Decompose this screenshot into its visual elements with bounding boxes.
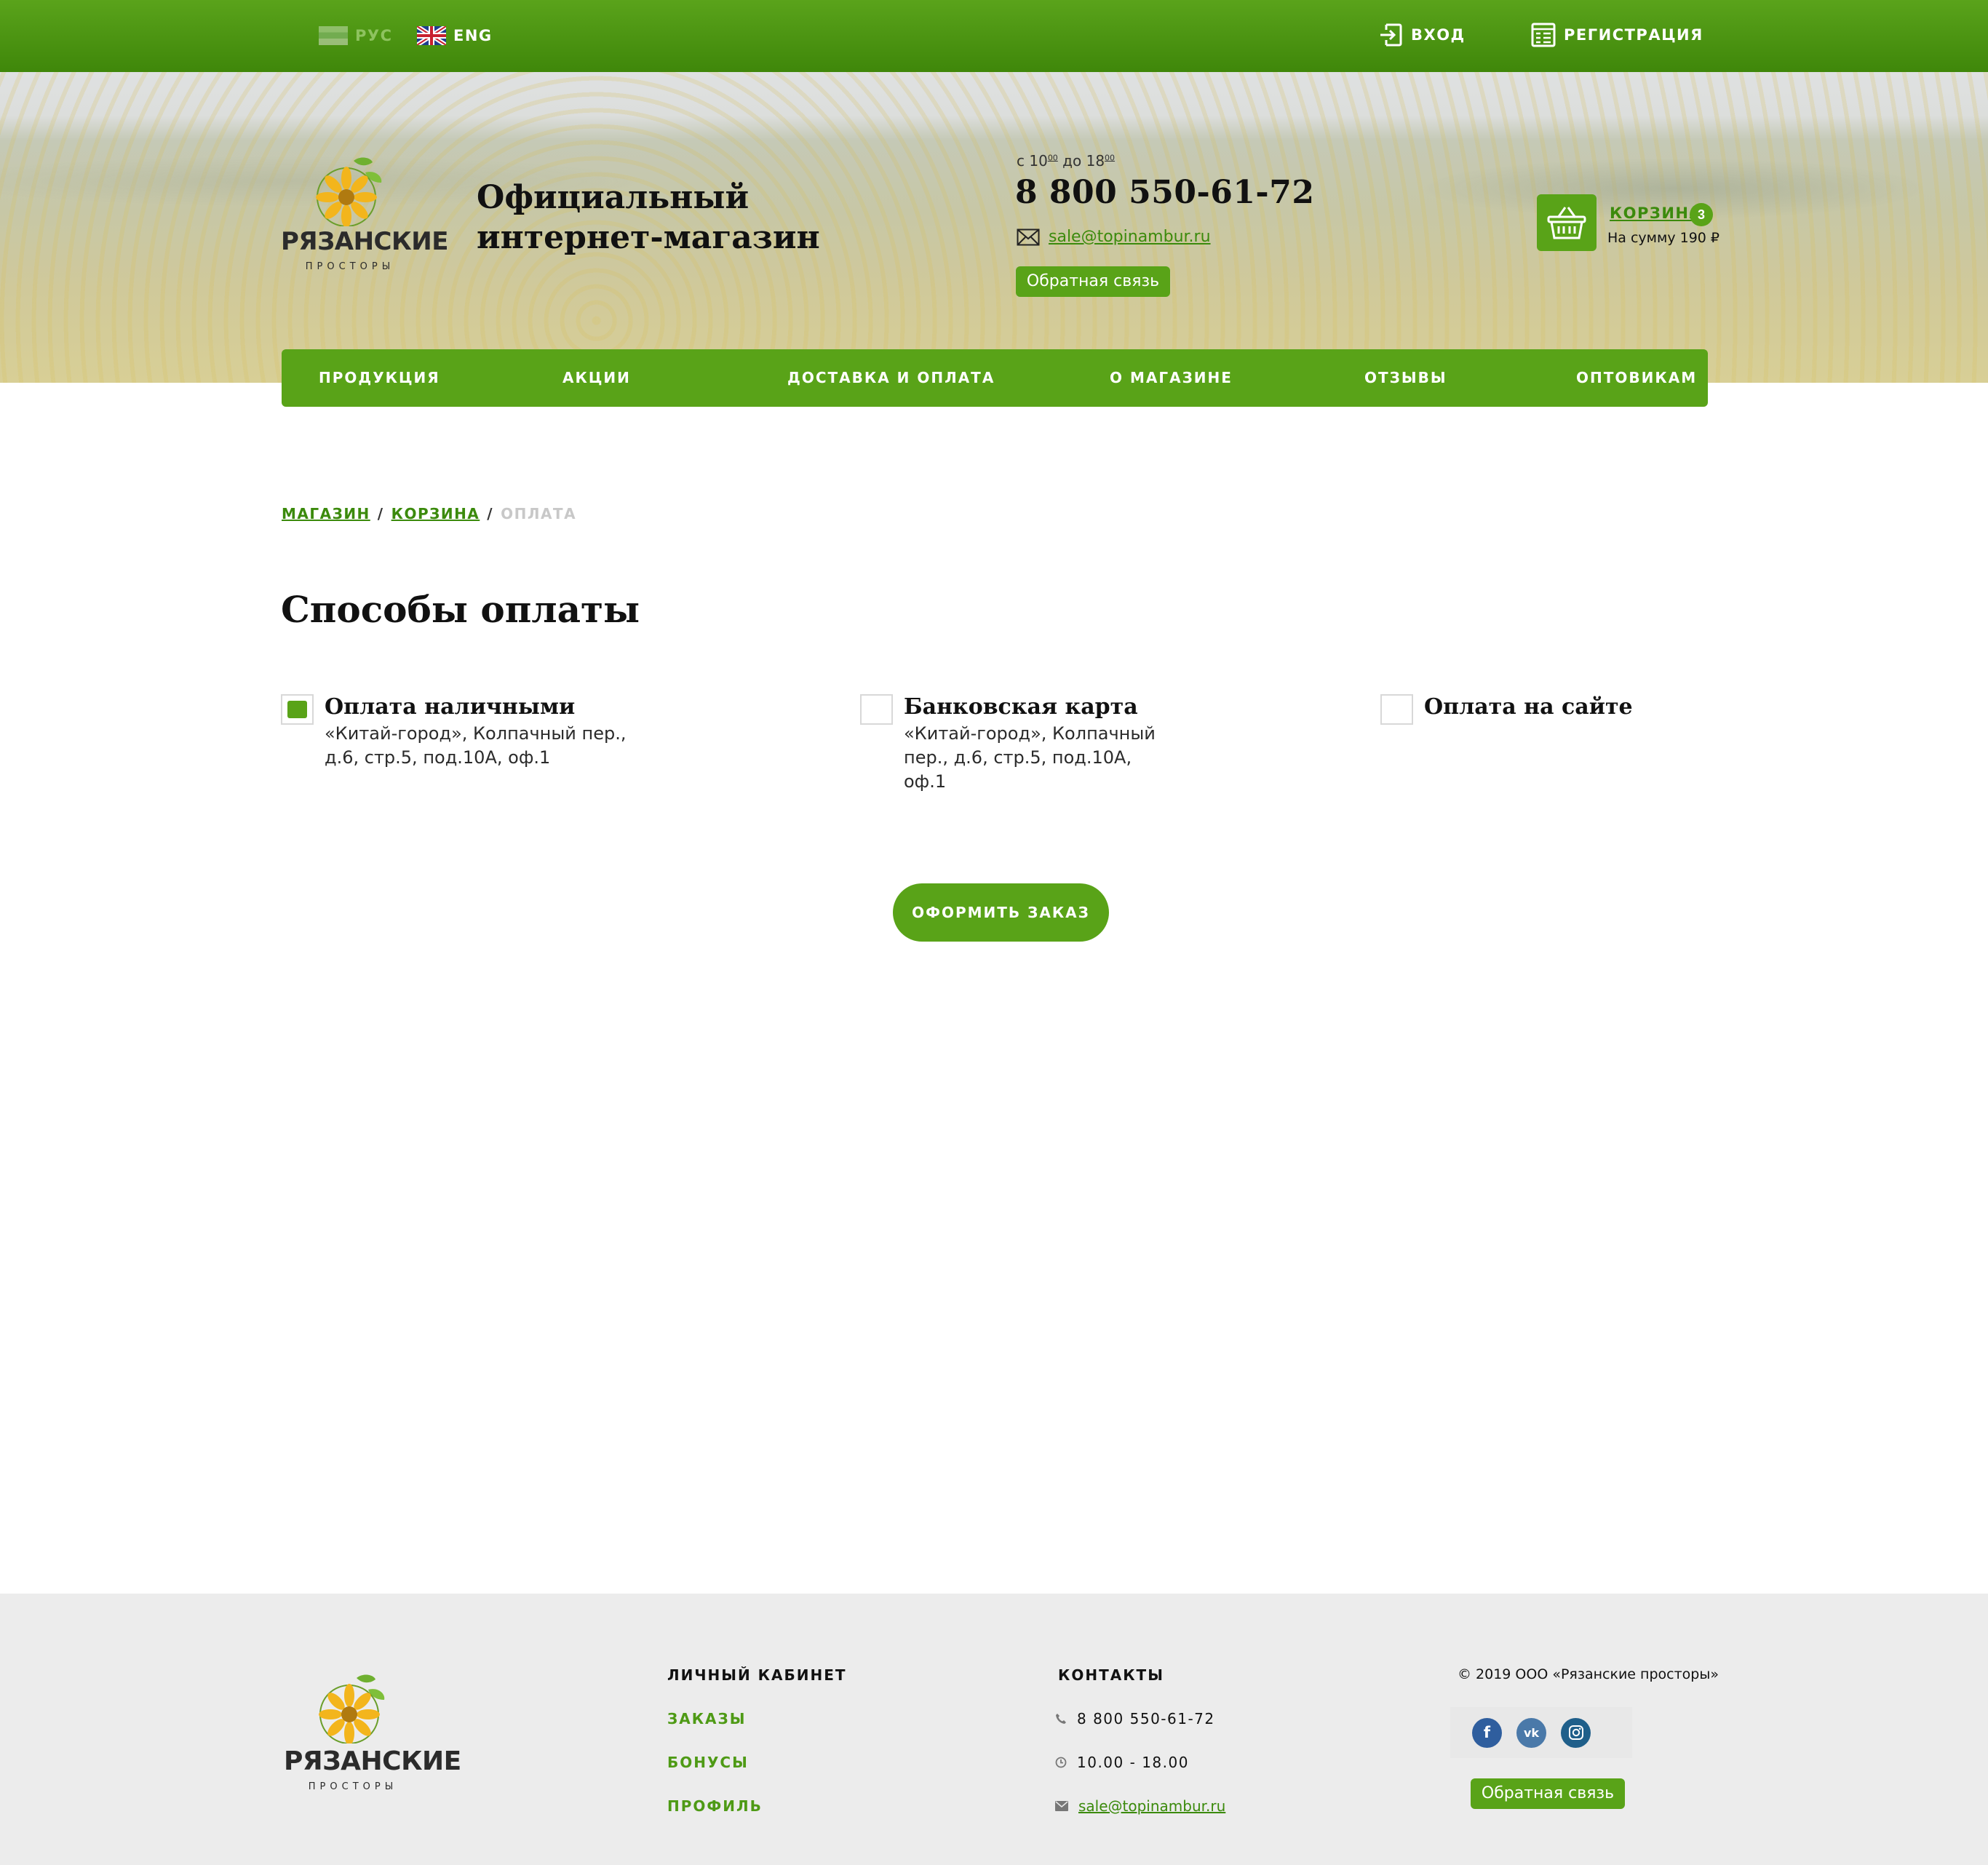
working-hours: с 1000 до 1800 bbox=[1017, 152, 1115, 170]
feedback-button[interactable]: Обратная связь bbox=[1016, 266, 1170, 297]
payment-option-address: «Китай-город», Колпачный пер., д.6, стр.… bbox=[325, 723, 627, 768]
breadcrumb-separator: / bbox=[487, 505, 494, 522]
page-title: Способы оплаты bbox=[281, 588, 640, 631]
nav-item-products[interactable]: ПРОДУКЦИЯ bbox=[319, 349, 440, 407]
register-label: РЕГИСТРАЦИЯ bbox=[1564, 26, 1703, 44]
footer-email-link[interactable]: sale@topinambur.ru bbox=[1078, 1797, 1225, 1815]
footer-hours-text: 10.00 - 18.00 bbox=[1077, 1754, 1189, 1771]
header-email[interactable]: sale@topinambur.ru bbox=[1017, 228, 1211, 246]
breadcrumb-separator: / bbox=[377, 505, 384, 522]
footer-contacts-title: КОНТАКТЫ bbox=[1058, 1666, 1164, 1684]
breadcrumb: МАГАЗИН / КОРЗИНА / ОПЛАТА bbox=[282, 505, 576, 522]
sunflower-logo-icon bbox=[319, 1674, 385, 1743]
hours-from: с 10 bbox=[1017, 152, 1048, 170]
top-bar: РУС ENG ВХОД РЕГИСТРАЦИЯ bbox=[0, 0, 1988, 72]
breadcrumb-cart[interactable]: КОРЗИНА bbox=[391, 505, 480, 522]
footer: РЯЗАНСКИЕ ПРОСТОРЫ ЛИЧНЫЙ КАБИНЕТ ЗАКАЗЫ… bbox=[0, 1594, 1988, 1865]
copyright: © 2019 ООО «Рязанские просторы» bbox=[1458, 1666, 1719, 1682]
footer-account-title: ЛИЧНЫЙ КАБИНЕТ bbox=[667, 1666, 847, 1684]
sunflower-logo-icon bbox=[316, 157, 382, 226]
hours-from-minutes: 00 bbox=[1047, 153, 1058, 163]
footer-email[interactable]: sale@topinambur.ru bbox=[1055, 1797, 1225, 1815]
footer-feedback-button[interactable]: Обратная связь bbox=[1471, 1778, 1625, 1809]
payment-option-title: Банковская карта bbox=[904, 694, 1138, 720]
site-logo[interactable]: РЯЗАНСКИЕ ПРОСТОРЫ bbox=[281, 130, 448, 276]
payment-option-title: Оплата на сайте bbox=[1424, 694, 1633, 720]
nav-item-reviews[interactable]: ОТЗЫВЫ bbox=[1364, 349, 1447, 407]
register-link[interactable]: РЕГИСТРАЦИЯ bbox=[1530, 22, 1703, 48]
breadcrumb-shop[interactable]: МАГАЗИН bbox=[282, 505, 370, 522]
footer-link-profile[interactable]: ПРОФИЛЬ bbox=[667, 1797, 763, 1815]
nav-item-promotions[interactable]: АКЦИИ bbox=[562, 349, 631, 407]
header-email-link[interactable]: sale@topinambur.ru bbox=[1049, 228, 1211, 246]
basket-icon bbox=[1547, 207, 1586, 239]
main-nav: ПРОДУКЦИЯ АКЦИИ ДОСТАВКА И ОПЛАТА О МАГА… bbox=[282, 349, 1708, 407]
phone-icon bbox=[1056, 1714, 1066, 1724]
lang-switch-en[interactable]: ENG bbox=[417, 26, 493, 45]
footer-link-orders[interactable]: ЗАКАЗЫ bbox=[667, 1710, 746, 1727]
lang-switch-ru[interactable]: РУС bbox=[319, 26, 393, 45]
uk-flag-icon bbox=[417, 26, 446, 45]
nav-item-about[interactable]: О МАГАЗИНЕ bbox=[1110, 349, 1233, 407]
vk-icon[interactable]: vk bbox=[1516, 1717, 1546, 1748]
facebook-icon[interactable]: f bbox=[1472, 1717, 1502, 1748]
lang-en-label: ENG bbox=[453, 27, 493, 44]
footer-logo[interactable]: РЯЗАНСКИЕ ПРОСТОРЫ bbox=[284, 1659, 461, 1819]
login-label: ВХОД bbox=[1411, 26, 1466, 44]
payment-option-address: «Китай-город», Колпачный пер., д.6, стр.… bbox=[904, 723, 1156, 792]
clock-icon bbox=[1055, 1757, 1067, 1768]
footer-phone-text: 8 800 550-61-72 bbox=[1077, 1710, 1215, 1727]
footer-phone[interactable]: 8 800 550-61-72 bbox=[1055, 1710, 1215, 1727]
header-hero: РЯЗАНСКИЕ ПРОСТОРЫ Официальный интернет-… bbox=[0, 72, 1988, 383]
instagram-glyph-icon bbox=[1568, 1725, 1583, 1740]
hours-to-minutes: 00 bbox=[1105, 153, 1116, 163]
register-form-icon bbox=[1531, 23, 1556, 47]
cart-total: На сумму 190 ₽ bbox=[1607, 230, 1720, 246]
payment-option-title: Оплата наличными bbox=[325, 694, 576, 720]
cart-link[interactable]: КОРЗИНА bbox=[1610, 204, 1702, 222]
site-tagline: Официальный интернет-магазин bbox=[477, 178, 820, 258]
tagline-line-1: Официальный bbox=[477, 179, 750, 216]
envelope-icon bbox=[1055, 1801, 1068, 1811]
logo-name: РЯЗАНСКИЕ bbox=[284, 1746, 461, 1776]
nav-item-wholesale[interactable]: ОПТОВИКАМ bbox=[1576, 349, 1697, 407]
breadcrumb-current: ОПЛАТА bbox=[501, 505, 577, 522]
lang-ru-label: РУС bbox=[355, 27, 393, 44]
login-icon bbox=[1380, 23, 1402, 47]
logo-subtitle: ПРОСТОРЫ bbox=[308, 1781, 398, 1792]
cart-count-badge: 3 bbox=[1690, 203, 1713, 226]
nav-item-delivery-payment[interactable]: ДОСТАВКА И ОПЛАТА bbox=[787, 349, 995, 407]
payment-checkbox-online[interactable] bbox=[1380, 694, 1413, 725]
tagline-line-2: интернет-магазин bbox=[477, 219, 820, 256]
login-link[interactable]: ВХОД bbox=[1377, 22, 1466, 48]
payment-checkbox-cash[interactable] bbox=[281, 694, 314, 725]
footer-link-bonuses[interactable]: БОНУСЫ bbox=[667, 1754, 749, 1771]
social-links: f vk bbox=[1450, 1707, 1632, 1758]
russia-flag-icon bbox=[319, 26, 348, 45]
hours-to: до 18 bbox=[1057, 152, 1105, 170]
place-order-button[interactable]: ОФОРМИТЬ ЗАКАЗ bbox=[893, 883, 1109, 942]
header-phone[interactable]: 8 800 550-61-72 bbox=[1015, 174, 1314, 211]
cart-button[interactable] bbox=[1537, 194, 1597, 251]
logo-subtitle: ПРОСТОРЫ bbox=[305, 261, 395, 272]
footer-hours: 10.00 - 18.00 bbox=[1055, 1754, 1189, 1771]
envelope-icon bbox=[1017, 228, 1040, 245]
logo-name: РЯЗАНСКИЕ bbox=[281, 227, 448, 256]
instagram-icon[interactable] bbox=[1561, 1717, 1591, 1748]
payment-checkbox-card[interactable] bbox=[860, 694, 893, 725]
